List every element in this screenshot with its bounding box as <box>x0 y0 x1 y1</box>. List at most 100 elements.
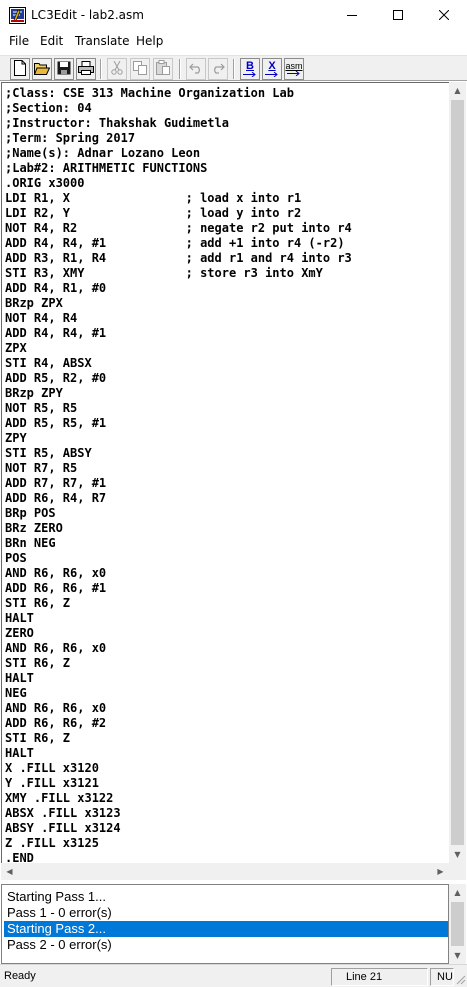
cut-button[interactable] <box>107 58 127 80</box>
new-file-icon <box>13 59 27 79</box>
code-line: HALT <box>5 746 34 760</box>
resize-grip-icon[interactable] <box>454 973 466 987</box>
code-line: ABSX .FILL x3123 <box>5 806 121 820</box>
code-line: STI R3, XMY ; store r3 into XmY <box>5 266 323 280</box>
redo-button[interactable] <box>208 58 228 80</box>
code-line: ADD R4, R1, #0 <box>5 281 107 295</box>
code-line: AND R6, R6, x0 <box>5 641 107 655</box>
code-line: ADD R6, R6, #2 <box>5 716 107 730</box>
code-line: ;Term: Spring 2017 <box>5 131 136 145</box>
open-folder-icon <box>33 61 51 78</box>
code-line: NOT R7, R5 <box>5 461 78 475</box>
to-binary-label: B <box>246 60 254 72</box>
code-line: LDI R1, X ; load x into r1 <box>5 191 302 205</box>
assemble-label: asm <box>285 61 303 71</box>
code-line: ZPX <box>5 341 27 355</box>
scroll-up-icon[interactable]: ▲ <box>449 884 466 901</box>
to-binary-icon: B <box>243 61 257 77</box>
output-line[interactable]: Pass 1 - 0 error(s) <box>4 905 448 921</box>
output-scroll-thumb[interactable] <box>451 902 464 946</box>
toolbar: B X asm <box>0 55 467 81</box>
code-line: NEG <box>5 686 27 700</box>
save-icon <box>57 61 71 78</box>
code-line: STI R6, Z <box>5 656 71 670</box>
maximize-button[interactable] <box>375 0 421 31</box>
to-hex-button[interactable]: X <box>262 58 282 80</box>
code-line: ADD R5, R2, #0 <box>5 371 107 385</box>
code-line: XMY .FILL x3122 <box>5 791 114 805</box>
redo-icon <box>211 62 225 77</box>
code-line: Z .FILL x3125 <box>5 836 99 850</box>
code-line: STI R4, ABSX <box>5 356 92 370</box>
code-line: ABSY .FILL x3124 <box>5 821 121 835</box>
code-line: BRp POS <box>5 506 56 520</box>
menu-edit[interactable]: Edit <box>40 34 63 48</box>
status-bar: Ready Line 21 NUM <box>0 964 467 987</box>
editor-vertical-scrollbar[interactable]: ▲ ▼ <box>449 82 466 863</box>
editor-scroll-thumb[interactable] <box>451 100 464 845</box>
scroll-right-icon[interactable]: ▶ <box>432 863 449 880</box>
code-line: ;Section: 04 <box>5 101 92 115</box>
scrollbar-corner <box>449 863 466 880</box>
output-pane[interactable]: Starting Pass 1... Pass 1 - 0 error(s) Sta… <box>1 884 449 964</box>
code-line: ADD R7, R7, #1 <box>5 476 107 490</box>
toolbar-separator <box>179 59 181 79</box>
scroll-left-icon[interactable]: ◀ <box>1 863 18 880</box>
code-line: LDI R2, Y ; load y into r2 <box>5 206 302 220</box>
scroll-up-icon[interactable]: ▲ <box>449 82 466 99</box>
code-line: X .FILL x3120 <box>5 761 99 775</box>
paste-button[interactable] <box>153 58 173 80</box>
close-icon <box>438 9 450 23</box>
window-title: LC3Edit - lab2.asm <box>31 8 144 22</box>
menu-file[interactable]: File <box>9 34 29 48</box>
num-lock-indicator: NUM <box>430 968 454 986</box>
assemble-icon: asm <box>285 61 303 76</box>
output-vertical-scrollbar[interactable]: ▲ ▼ <box>449 884 466 964</box>
output-line[interactable]: Pass 2 - 0 error(s) <box>4 937 448 953</box>
output-line[interactable]: Starting Pass 1... <box>4 889 448 905</box>
code-line: NOT R4, R4 <box>5 311 78 325</box>
menu-translate[interactable]: Translate <box>75 34 130 48</box>
to-hex-icon: X <box>265 61 279 77</box>
editor-horizontal-scrollbar[interactable]: ◀ ▶ <box>1 863 449 880</box>
code-line: BRn NEG <box>5 536 56 550</box>
open-button[interactable] <box>32 58 52 80</box>
code-line: HALT <box>5 671 34 685</box>
code-line: NOT R4, R2 ; negate r2 put into r4 <box>5 221 352 235</box>
code-line: ADD R3, R1, R4 ; add r1 and r4 into r3 <box>5 251 352 265</box>
cut-icon <box>111 60 123 78</box>
paste-icon <box>156 60 170 78</box>
undo-button[interactable] <box>186 58 206 80</box>
minimize-button[interactable] <box>329 0 375 31</box>
copy-icon <box>133 60 147 78</box>
to-binary-button[interactable]: B <box>240 58 260 80</box>
print-button[interactable] <box>76 58 96 80</box>
code-line: .ORIG x3000 <box>5 176 85 190</box>
code-line: ADD R4, R4, #1 <box>5 326 107 340</box>
code-line: STI R5, ABSY <box>5 446 92 460</box>
lc3edit-app-icon[interactable] <box>9 7 26 24</box>
maximize-icon <box>393 9 403 23</box>
code-line: ZPY <box>5 431 27 445</box>
code-line: STI R6, Z <box>5 731 71 745</box>
code-editor[interactable]: ;Class: CSE 313 Machine Organization Lab… <box>1 82 449 863</box>
assemble-button[interactable]: asm <box>284 58 304 80</box>
copy-button[interactable] <box>130 58 150 80</box>
code-line: POS <box>5 551 27 565</box>
save-button[interactable] <box>54 58 74 80</box>
code-line: ADD R6, R4, R7 <box>5 491 107 505</box>
menu-help[interactable]: Help <box>136 34 163 48</box>
output-line[interactable]: Starting Pass 2... <box>4 921 448 937</box>
code-line: STI R6, Z <box>5 596 71 610</box>
scroll-down-icon[interactable]: ▼ <box>449 947 466 964</box>
scroll-down-icon[interactable]: ▼ <box>449 846 466 863</box>
code-line: ADD R6, R6, #1 <box>5 581 107 595</box>
code-line: ADD R4, R4, #1 ; add +1 into r4 (-r2) <box>5 236 345 250</box>
code-line: ADD R5, R5, #1 <box>5 416 107 430</box>
title-bar: LC3Edit - lab2.asm <box>0 0 467 31</box>
minimize-icon <box>347 9 357 23</box>
close-button[interactable] <box>421 0 467 31</box>
code-line: AND R6, R6, x0 <box>5 701 107 715</box>
code-line: ZERO <box>5 626 34 640</box>
new-file-button[interactable] <box>10 58 30 80</box>
